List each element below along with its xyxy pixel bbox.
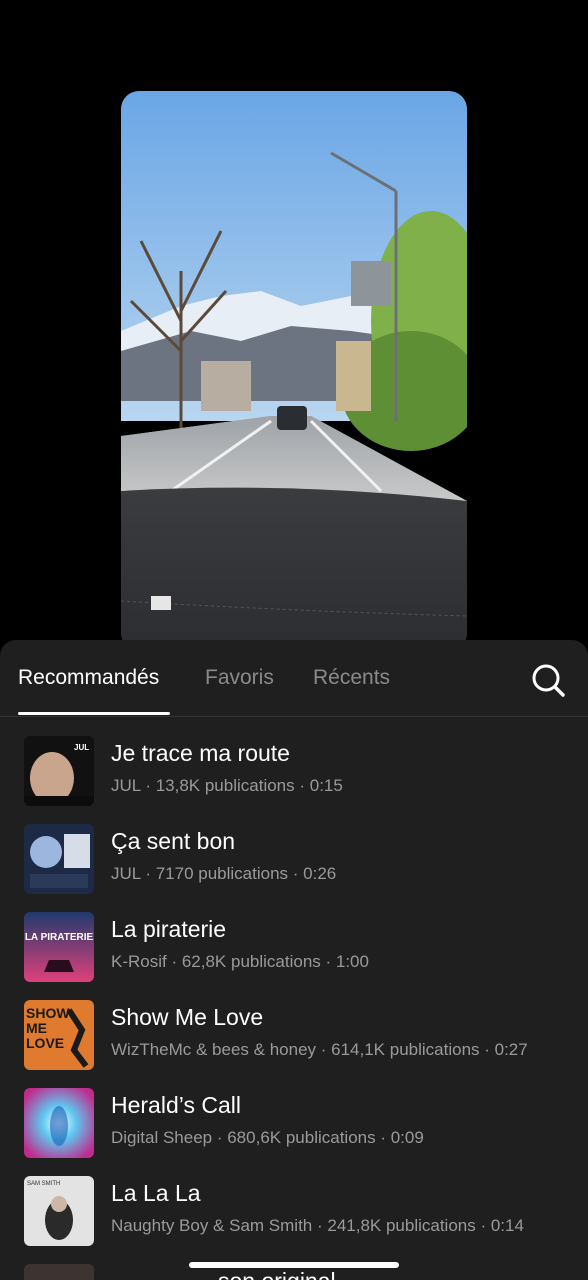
- tab-recents[interactable]: Récents: [313, 666, 390, 690]
- search-icon: [532, 664, 565, 697]
- svg-text:LA PIRATERIE: LA PIRATERIE: [25, 932, 94, 943]
- track-title: son original: [218, 1268, 336, 1280]
- track-title: La La La: [111, 1180, 201, 1206]
- list-item[interactable]: son original: [0, 1256, 588, 1280]
- list-item[interactable]: SHOW ME LOVE Show Me Love WizTheMc & bee…: [0, 992, 588, 1080]
- track-title: La piraterie: [111, 916, 227, 942]
- svg-text:LOVE: LOVE: [26, 1035, 64, 1051]
- active-tab-indicator: [18, 712, 170, 715]
- svg-text:ME: ME: [26, 1020, 47, 1036]
- video-preview[interactable]: [121, 91, 467, 651]
- album-cover: LA PIRATERIE: [24, 912, 94, 982]
- track-meta: JUL · 7170 publications · 0:26: [111, 864, 337, 883]
- track-title: Show Me Love: [111, 1004, 264, 1030]
- track-meta: WizTheMc & bees & honey · 614,1K publica…: [111, 1040, 528, 1059]
- album-cover: JUL: [24, 736, 94, 806]
- home-indicator: [189, 1262, 399, 1268]
- album-cover: [24, 1088, 94, 1158]
- track-title: Ça sent bon: [111, 828, 236, 854]
- list-item[interactable]: Herald’s Call Digital Sheep · 680,6K pub…: [0, 1080, 588, 1168]
- album-cover: SAM SMITH: [24, 1176, 94, 1246]
- search-button[interactable]: [530, 662, 566, 698]
- svg-text:JUL: JUL: [74, 743, 89, 752]
- sound-list: JUL Je trace ma route JUL · 13,8K public…: [0, 728, 588, 1280]
- list-item[interactable]: SAM SMITH La La La Naughty Boy & Sam Smi…: [0, 1168, 588, 1256]
- tab-favoris[interactable]: Favoris: [205, 666, 274, 690]
- track-title: Herald’s Call: [111, 1092, 241, 1118]
- list-item[interactable]: Ça sent bon JUL · 7170 publications · 0:…: [0, 816, 588, 904]
- tab-bar: Recommandés Favoris Récents: [0, 640, 588, 717]
- track-meta: Digital Sheep · 680,6K publications · 0:…: [111, 1128, 424, 1147]
- svg-text:SHOW: SHOW: [26, 1005, 70, 1021]
- tab-recommandes[interactable]: Recommandés: [18, 666, 159, 690]
- album-cover: SHOW ME LOVE: [24, 1000, 94, 1070]
- sound-picker-sheet: Recommandés Favoris Récents JUL Je trace…: [0, 640, 588, 1280]
- track-meta: K-Rosif · 62,8K publications · 1:00: [111, 952, 369, 971]
- album-cover: [24, 824, 94, 894]
- track-meta: Naughty Boy & Sam Smith · 241,8K publica…: [111, 1216, 524, 1235]
- list-item[interactable]: JUL Je trace ma route JUL · 13,8K public…: [0, 728, 588, 816]
- svg-text:SAM SMITH: SAM SMITH: [27, 1181, 60, 1187]
- list-item[interactable]: LA PIRATERIE La piraterie K-Rosif · 62,8…: [0, 904, 588, 992]
- track-title: Je trace ma route: [111, 740, 290, 766]
- track-meta: JUL · 13,8K publications · 0:15: [111, 776, 343, 795]
- album-cover: [24, 1264, 94, 1280]
